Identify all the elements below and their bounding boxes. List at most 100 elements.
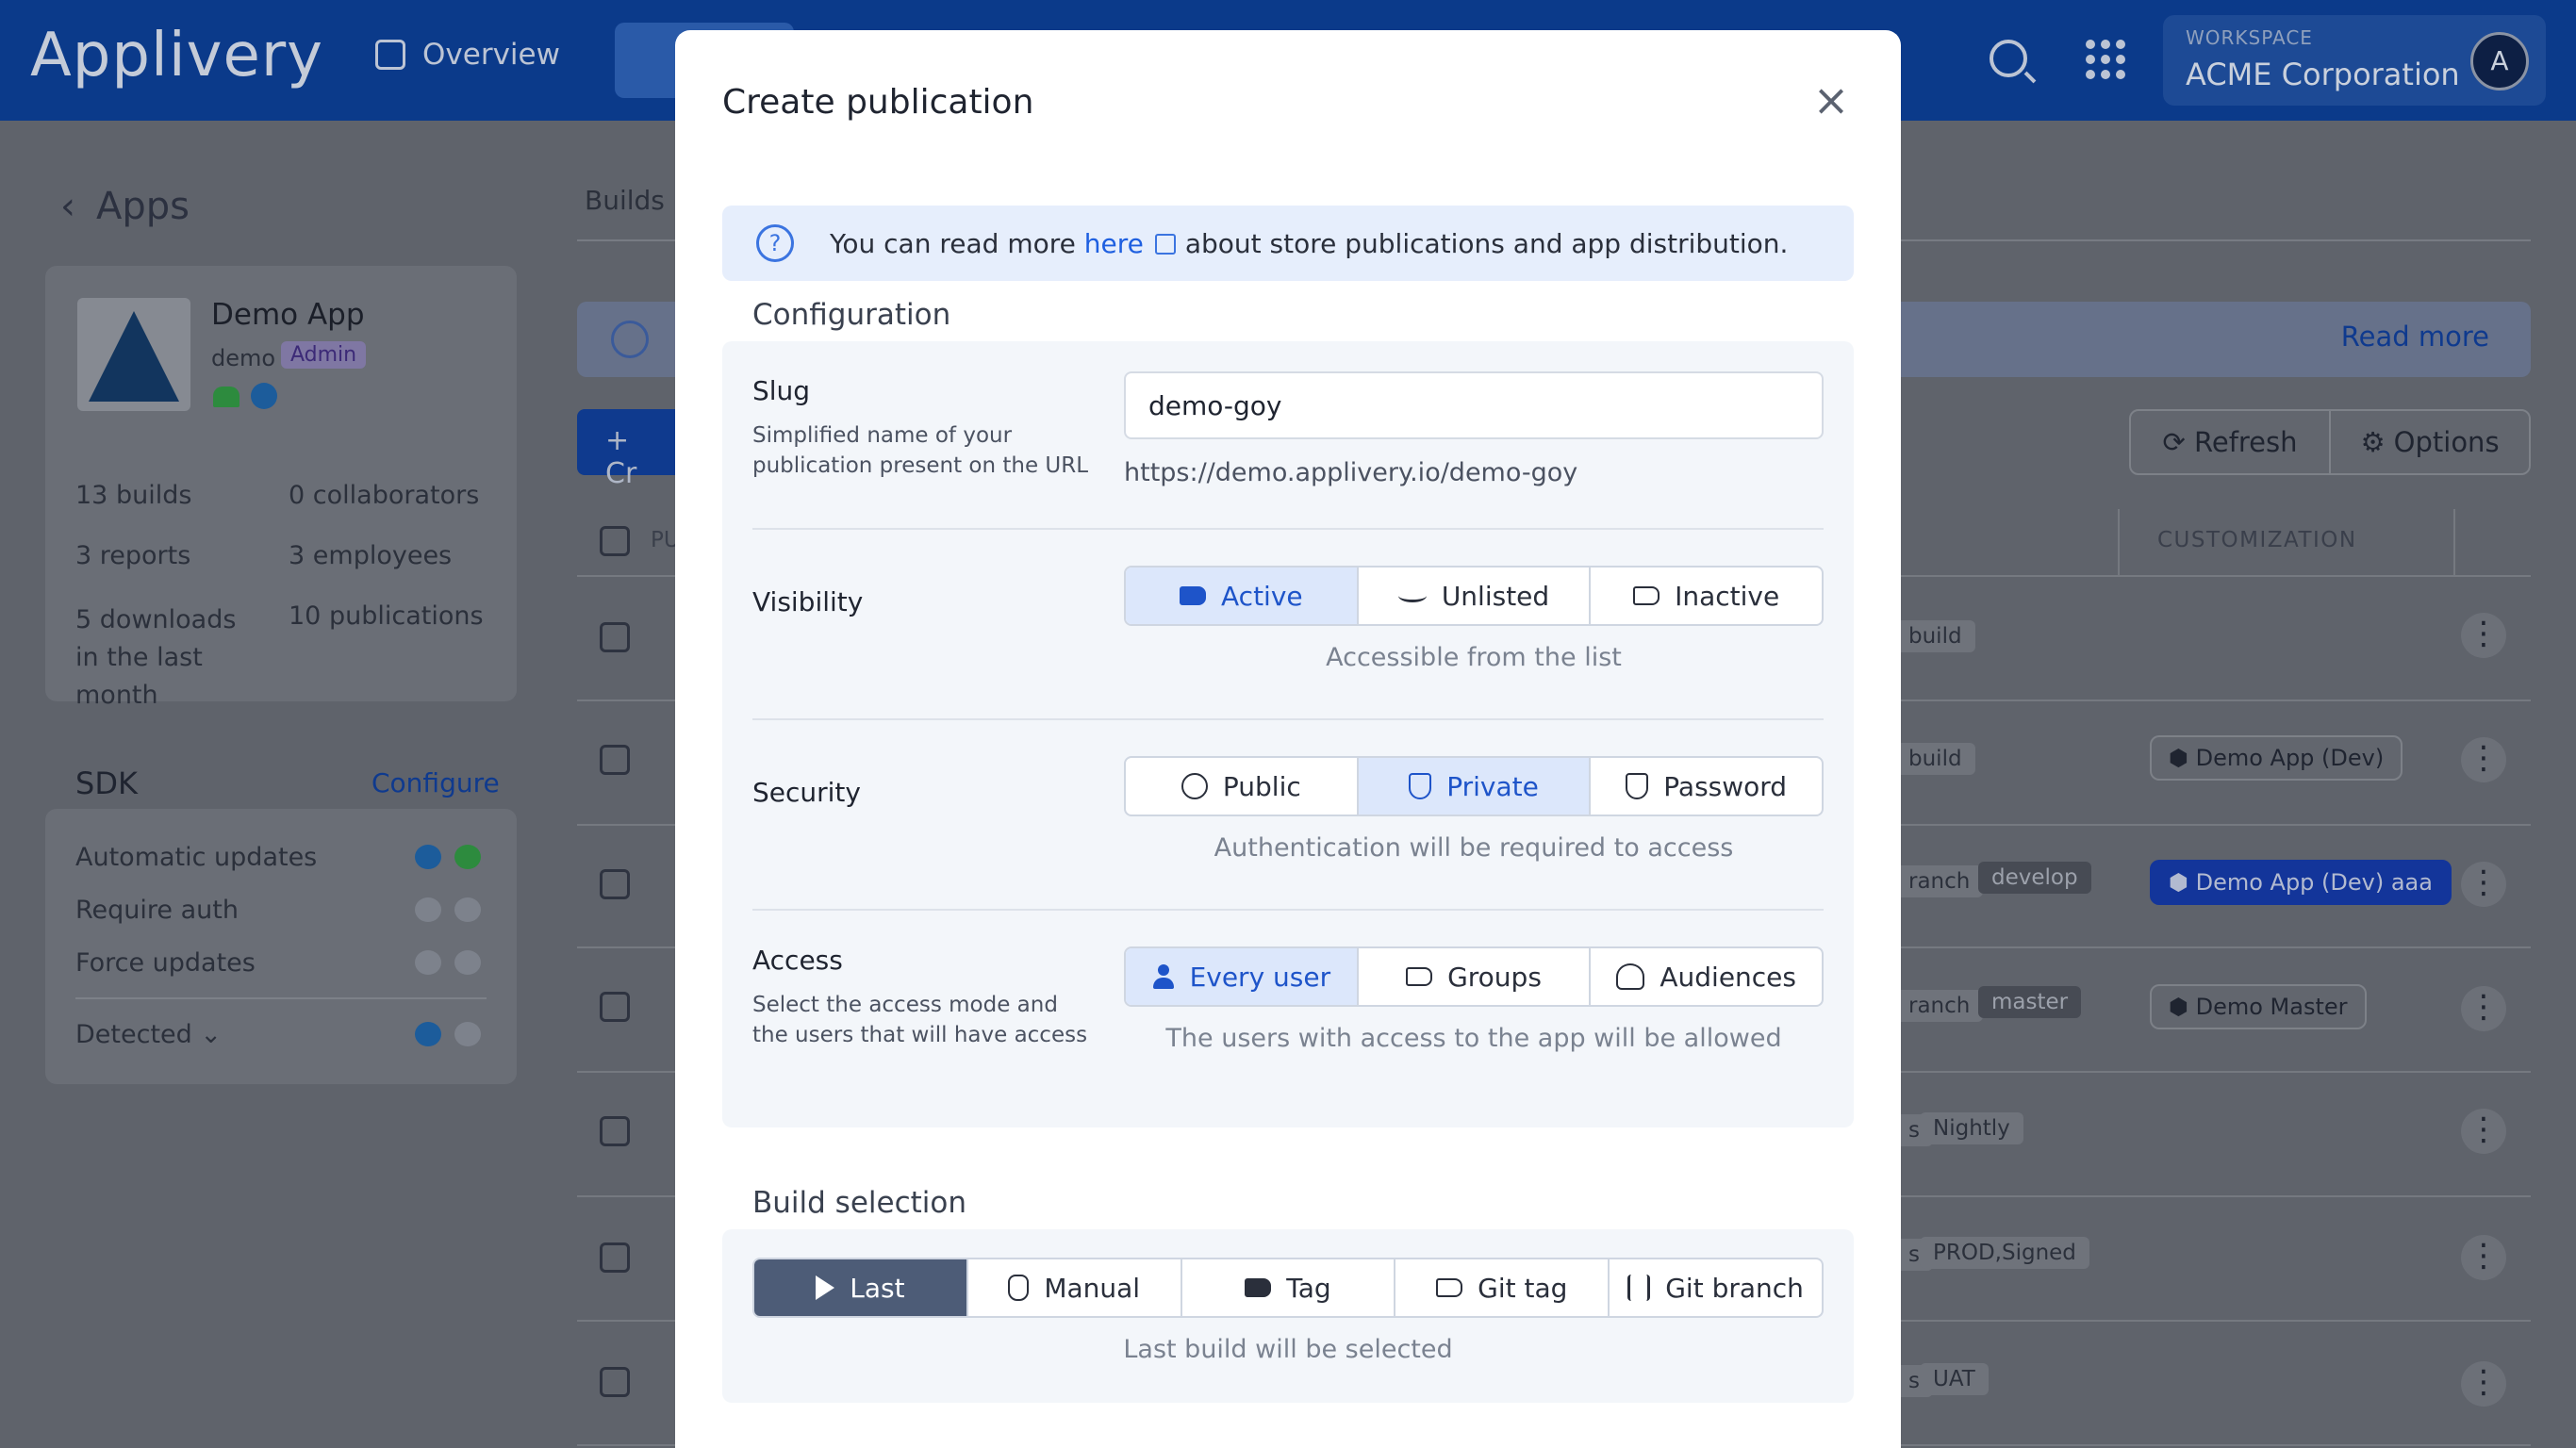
shield-lock-icon [1626,773,1649,799]
slug-url: https://demo.applivery.io/demo-goy [1124,458,1578,487]
security-label: Security [752,777,861,808]
sdk-row-automatic-updates: Automatic updates [75,843,318,872]
row-menu-button[interactable] [2461,1361,2506,1407]
search-icon[interactable] [1990,40,2027,77]
back-to-apps[interactable]: ‹ Apps [60,185,190,228]
build-git-tag-option[interactable]: Git tag [1394,1259,1608,1316]
chart-icon [375,40,405,70]
sdk-platform-icons [415,845,481,869]
close-icon[interactable]: × [1812,78,1850,122]
tag-outline-icon [1436,1278,1463,1297]
chevron-down-icon: ⌄ [200,1020,222,1049]
access-audiences-option[interactable]: Audiences [1589,948,1822,1005]
nav-overview[interactable]: Overview [375,38,560,72]
play-icon [816,1275,835,1300]
git-branch-icon [1627,1275,1651,1301]
build-tag-option[interactable]: Tag [1180,1259,1395,1316]
sdk-platform-icons [415,1022,481,1046]
row-menu-button[interactable] [2461,1235,2506,1280]
workspace-switcher[interactable]: WORKSPACE ACME Corporation A [2163,15,2546,106]
read-more-link[interactable]: Read more [2341,321,2531,353]
tag-filled-icon [1245,1278,1272,1297]
applivery-logo[interactable]: Applivery [30,21,323,90]
row-menu-button[interactable] [2461,1109,2506,1154]
row-checkbox[interactable] [600,1116,630,1146]
configuration-panel: Slug Simplified name of your publication… [722,341,1854,1127]
row-checkbox[interactable] [600,745,630,775]
globe-icon [1181,773,1208,799]
nav-overview-label: Overview [422,38,560,72]
security-password-option[interactable]: Password [1589,758,1822,814]
back-apps-label: Apps [96,185,190,228]
configuration-title: Configuration [752,298,951,332]
sdk-detected-dropdown[interactable]: Detected ⌄ [75,1020,222,1049]
row-tag: build [1895,620,1975,652]
tag-outline-icon [1633,586,1660,605]
column-divider [2118,509,2120,577]
refresh-icon: ⟳ [2162,426,2194,458]
security-private-option[interactable]: Private [1356,758,1590,814]
visibility-inactive-option[interactable]: Inactive [1589,568,1822,624]
build-tag: UAT [1920,1363,1989,1395]
row-menu-button[interactable] [2461,986,2506,1031]
visibility-hint: Accessible from the list [1326,643,1622,672]
options-button[interactable]: ⚙ Options [2329,411,2529,473]
create-publication-modal: Create publication × ? You can read more… [675,30,1901,1448]
select-all-checkbox[interactable] [600,526,630,556]
stat-builds: 13 builds [75,481,192,510]
row-menu-button[interactable] [2461,737,2506,782]
build-selection-selector: Last Manual Tag Git tag Git branch [752,1258,1824,1318]
row-tag: ranch [1895,865,1984,897]
banner-text: You can read more here about store public… [830,227,1789,259]
customization-pill[interactable]: ⬢ Demo App (Dev) aaa [2150,860,2452,905]
row-checkbox[interactable] [600,1367,630,1397]
table-actions: ⟳ Refresh ⚙ Options [2129,409,2531,475]
visibility-active-option[interactable]: Active [1126,568,1357,624]
security-selector: Public Private Password [1124,756,1824,816]
app-name: Demo App [211,298,365,332]
here-link[interactable]: here [1084,228,1144,259]
row-checkbox[interactable] [600,622,630,652]
build-manual-option[interactable]: Manual [966,1259,1181,1316]
visibility-unlisted-option[interactable]: Unlisted [1356,568,1590,624]
slug-description: Simplified name of your publication pres… [752,423,1089,478]
row-checkbox[interactable] [600,992,630,1022]
refresh-button[interactable]: ⟳ Refresh [2131,411,2329,473]
workspace-label: WORKSPACE [2186,26,2313,49]
slug-input[interactable]: demo-goy [1124,371,1824,439]
sdk-row-force-updates: Force updates [75,948,256,978]
row-checkbox[interactable] [600,1242,630,1273]
row-menu-button[interactable] [2461,613,2506,658]
row-tag: ranch [1895,990,1984,1022]
row-checkbox[interactable] [600,869,630,899]
sdk-platform-icons [415,897,481,922]
customization-pill[interactable]: ⬢ Demo App (Dev) [2150,735,2403,781]
row-menu-button[interactable] [2461,862,2506,907]
access-groups-option[interactable]: Groups [1356,948,1590,1005]
sdk-platform-icons [415,950,481,975]
stat-reports: 3 reports [75,541,191,570]
build-selection-title: Build selection [752,1186,967,1220]
build-last-option[interactable]: Last [754,1259,966,1316]
cube-icon: ⬢ [2169,869,2196,896]
workspace-name: ACME Corporation [2186,57,2460,92]
avatar[interactable]: A [2470,32,2529,90]
sdk-title: SDK [75,765,138,801]
access-every-user-option[interactable]: Every user [1126,948,1357,1005]
customization-pill[interactable]: ⬢ Demo Master [2150,984,2367,1029]
modal-title: Create publication [722,83,1034,122]
build-selection-hint: Last build will be selected [1123,1335,1453,1364]
row-tag: build [1895,743,1975,775]
apps-grid-icon[interactable] [2086,40,2125,79]
sdk-card: Automatic updates Require auth Force upd… [45,809,517,1084]
external-link-icon [1154,233,1176,255]
sdk-configure-link[interactable]: Configure [372,767,500,798]
build-git-branch-option[interactable]: Git branch [1608,1259,1822,1316]
tab-builds[interactable]: Builds [585,185,665,216]
create-publication-button[interactable]: + Cr [577,409,681,490]
hand-pointer-icon [1008,1275,1030,1301]
branch-tag: develop [1978,862,2091,894]
column-divider [2453,509,2455,577]
sdk-divider [75,997,487,999]
security-public-option[interactable]: Public [1126,758,1357,814]
